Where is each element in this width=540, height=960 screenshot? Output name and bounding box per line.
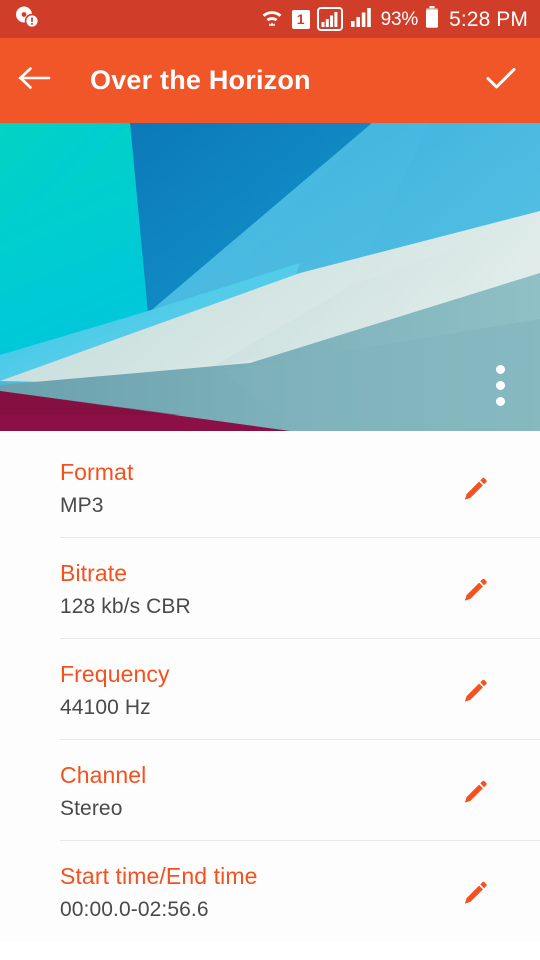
cellular-signal-boxed-icon	[316, 7, 343, 31]
detail-label: Frequency	[60, 661, 170, 687]
pencil-icon	[458, 878, 490, 915]
pencil-icon	[458, 777, 490, 814]
detail-texts: Frequency 44100 Hz	[60, 659, 442, 723]
detail-value: 00:00.0-02:56.6	[60, 898, 209, 921]
detail-row-bitrate[interactable]: Bitrate 128 kb/s CBR	[60, 538, 540, 638]
check-icon	[484, 63, 518, 98]
phone-screen: 1 93% 5:28 PM Over the Horizon Format MP…	[0, 0, 540, 960]
detail-texts: Start time/End time 00:00.0-02:56.6	[60, 861, 442, 925]
edit-format-button[interactable]	[442, 461, 506, 523]
detail-row-frequency[interactable]: Frequency 44100 Hz	[60, 639, 540, 739]
overflow-menu-icon[interactable]	[482, 357, 518, 413]
status-bar-notifications	[14, 5, 40, 34]
edit-bitrate-button[interactable]	[442, 562, 506, 624]
disc-alert-icon	[14, 5, 40, 34]
detail-label: Channel	[60, 762, 147, 788]
detail-value: 128 kb/s CBR	[60, 595, 191, 618]
pencil-icon	[458, 676, 490, 713]
battery-percent-label: 93%	[380, 8, 419, 30]
detail-row-start-end-time[interactable]: Start time/End time 00:00.0-02:56.6	[60, 841, 540, 941]
status-bar-clock: 5:28 PM	[449, 7, 528, 31]
sim-card-badge: 1	[291, 9, 310, 29]
detail-row-format[interactable]: Format MP3	[60, 437, 540, 537]
edit-frequency-button[interactable]	[442, 663, 506, 725]
album-art-graphic	[0, 123, 540, 431]
detail-texts: Bitrate 128 kb/s CBR	[60, 558, 442, 622]
detail-value: MP3	[60, 494, 104, 517]
confirm-button[interactable]	[484, 63, 518, 98]
detail-label: Format	[60, 459, 134, 485]
overflow-dot	[495, 396, 505, 406]
back-button[interactable]	[18, 63, 52, 98]
status-bar: 1 93% 5:28 PM	[0, 0, 540, 38]
back-arrow-icon	[18, 63, 52, 98]
audio-details-list: Format MP3 Bitrate 128 kb/s CBR Frequenc…	[0, 431, 540, 941]
page-title: Over the Horizon	[90, 65, 311, 95]
pencil-icon	[458, 575, 490, 612]
cellular-signal-icon	[350, 5, 374, 34]
detail-texts: Format MP3	[60, 457, 442, 521]
detail-row-channel[interactable]: Channel Stereo	[60, 740, 540, 840]
status-bar-indicators: 1 93% 5:28 PM	[259, 5, 528, 34]
battery-icon	[425, 5, 439, 34]
overflow-dot	[495, 364, 505, 374]
album-art[interactable]	[0, 123, 540, 431]
overflow-dot	[495, 380, 505, 390]
detail-label: Start time/End time	[60, 863, 258, 889]
wifi-icon	[259, 5, 285, 34]
detail-value: 44100 Hz	[60, 696, 151, 719]
edit-channel-button[interactable]	[442, 764, 506, 826]
app-bar: Over the Horizon	[0, 38, 540, 123]
pencil-icon	[458, 474, 490, 511]
detail-value: Stereo	[60, 797, 123, 820]
detail-label: Bitrate	[60, 560, 128, 586]
detail-texts: Channel Stereo	[60, 760, 442, 824]
edit-start-end-time-button[interactable]	[442, 865, 506, 927]
